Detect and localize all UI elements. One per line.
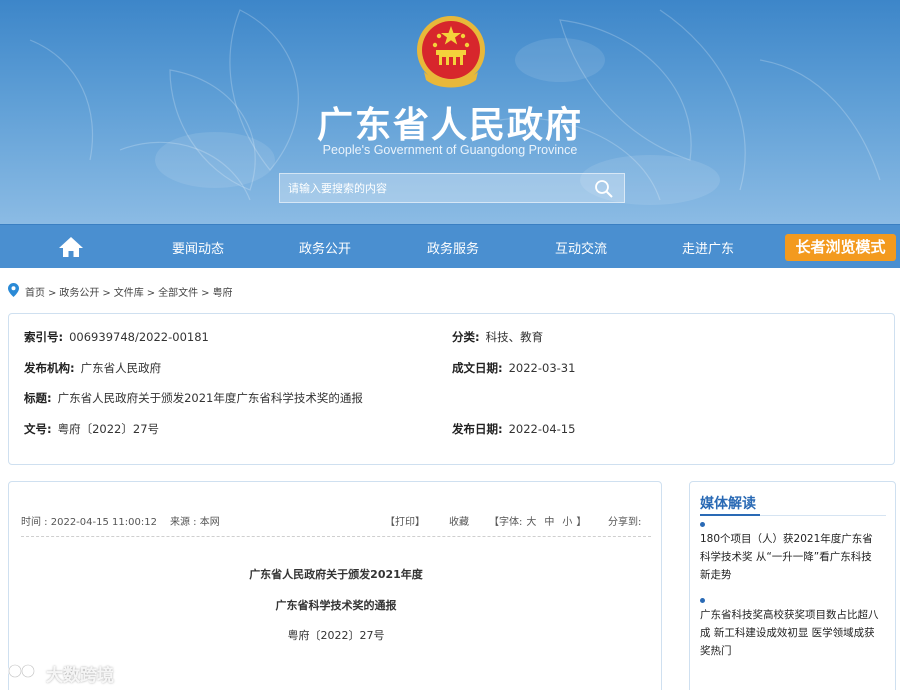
meta-doc-date: 成文日期: 2022-03-31 bbox=[452, 360, 575, 376]
breadcrumb-separator: > bbox=[48, 288, 57, 299]
favorite-button[interactable]: 收藏 bbox=[449, 513, 469, 528]
search-icon[interactable] bbox=[594, 179, 614, 199]
nav-item-interaction[interactable]: 互动交流 bbox=[555, 238, 607, 257]
side-panel-divider bbox=[700, 514, 886, 516]
meta-doc-date-value: 2022-03-31 bbox=[508, 361, 576, 375]
header-banner: 广东省人民政府 People's Government of Guangdong… bbox=[0, 0, 900, 224]
article-title-line2: 广东省科学技术奖的通报 bbox=[275, 599, 397, 612]
article-panel: 时间 : 2022-04-15 11:00:12 来源 : 本网 【打印】 收藏… bbox=[8, 481, 662, 690]
font-size-label: 【字体: bbox=[489, 517, 523, 528]
meta-doc-no-label: 文号: bbox=[24, 422, 52, 436]
font-size-close: 】 bbox=[576, 517, 587, 528]
nav-item-gov-services[interactable]: 政务服务 bbox=[427, 238, 479, 257]
main-nav: 要闻动态 政务公开 政务服务 互动交流 走进广东 长者浏览模式 bbox=[0, 224, 900, 268]
side-news-item[interactable]: 广东省科技奖高校获奖项目数占比超八成 新工科建设成效初显 医学领域成获奖热门 bbox=[700, 598, 880, 660]
meta-doc-no-value: 粤府〔2022〕27号 bbox=[57, 422, 160, 436]
share-button[interactable]: 分享到: bbox=[608, 513, 641, 528]
side-news-text[interactable]: 180个项目（人）获2021年度广东省科学技术奖 从“一升一降”看广东科技新走势 bbox=[700, 533, 873, 581]
side-panel-accent bbox=[700, 514, 760, 516]
meta-category: 分类: 科技、教育 bbox=[452, 329, 543, 345]
meta-index-no-value: 006939748/2022-00181 bbox=[69, 330, 209, 344]
meta-pub-date-label: 发布日期: bbox=[452, 422, 503, 436]
meta-index-no-label: 索引号: bbox=[24, 330, 64, 344]
meta-title-label: 标题: bbox=[24, 391, 52, 405]
article-doc-number: 粤府〔2022〕27号 bbox=[287, 629, 385, 642]
meta-category-label: 分类: bbox=[452, 330, 480, 344]
meta-issuer: 发布机构: 广东省人民政府 bbox=[24, 360, 161, 376]
breadcrumb-yuefu[interactable]: 粤府 bbox=[213, 288, 233, 299]
nav-item-news[interactable]: 要闻动态 bbox=[172, 238, 224, 257]
article-divider bbox=[21, 536, 651, 537]
watermark-text: 大数跨境 bbox=[46, 666, 114, 686]
elder-mode-button[interactable]: 长者浏览模式 bbox=[785, 234, 896, 261]
article-title-line1: 广东省人民政府关于颁发2021年度 bbox=[249, 568, 423, 581]
meta-pub-date-value: 2022-04-15 bbox=[508, 422, 576, 436]
breadcrumb-separator: > bbox=[102, 288, 111, 299]
document-meta-panel: 索引号: 006939748/2022-00181 分类: 科技、教育 发布机构: 广… bbox=[8, 313, 895, 465]
national-emblem-logo bbox=[417, 16, 485, 88]
site-title: 广东省人民政府 bbox=[316, 105, 583, 146]
nav-item-gov-affairs[interactable]: 政务公开 bbox=[299, 238, 351, 257]
meta-pub-date: 发布日期: 2022-04-15 bbox=[452, 421, 575, 437]
search-input[interactable] bbox=[280, 174, 580, 202]
bullet-dot-icon bbox=[700, 522, 705, 527]
meta-issuer-label: 发布机构: bbox=[24, 361, 75, 375]
location-pin-icon bbox=[8, 283, 19, 297]
side-panel-title: 媒体解读 bbox=[700, 496, 756, 512]
meta-category-value: 科技、教育 bbox=[485, 330, 544, 344]
print-button[interactable]: 【打印】 bbox=[385, 513, 425, 528]
breadcrumb-all-files[interactable]: 全部文件 bbox=[158, 288, 198, 299]
meta-doc-no: 文号: 粤府〔2022〕27号 bbox=[24, 421, 159, 437]
meta-title-value: 广东省人民政府关于颁发2021年度广东省科学技术奖的通报 bbox=[57, 391, 363, 405]
side-news-text[interactable]: 广东省科技奖高校获奖项目数占比超八成 新工科建设成效初显 医学领域成获奖热门 bbox=[700, 609, 879, 657]
side-news-item[interactable]: 180个项目（人）获2021年度广东省科学技术奖 从“一升一降”看广东科技新走势 bbox=[700, 522, 880, 584]
home-icon[interactable] bbox=[58, 235, 84, 259]
meta-doc-date-label: 成文日期: bbox=[452, 361, 503, 375]
meta-issuer-value: 广东省人民政府 bbox=[80, 361, 162, 375]
font-size-small[interactable]: 小 bbox=[558, 517, 576, 528]
font-size-control: 【字体: 大中小】 bbox=[489, 513, 586, 528]
breadcrumb-home[interactable]: 首页 bbox=[25, 288, 45, 299]
meta-title: 标题: 广东省人民政府关于颁发2021年度广东省科学技术奖的通报 bbox=[24, 390, 363, 406]
media-interpretation-panel: 媒体解读 180个项目（人）获2021年度广东省科学技术奖 从“一升一降”看广东… bbox=[689, 481, 896, 690]
breadcrumb-separator: > bbox=[146, 288, 156, 299]
site-subtitle: People's Government of Guangdong Provinc… bbox=[322, 143, 578, 157]
font-size-large[interactable]: 大 bbox=[522, 517, 540, 528]
article-source: 来源 : 本网 bbox=[170, 517, 220, 528]
font-size-medium[interactable]: 中 bbox=[540, 517, 558, 528]
article-time: 时间 : 2022-04-15 11:00:12 bbox=[21, 517, 157, 528]
bullet-dot-icon bbox=[700, 598, 705, 603]
breadcrumb-file-library[interactable]: 文件库 bbox=[114, 288, 144, 299]
breadcrumb-separator: > bbox=[201, 288, 210, 299]
watermark-logo-icon bbox=[8, 664, 40, 678]
breadcrumb-gov-affairs[interactable]: 政务公开 bbox=[59, 288, 99, 299]
meta-index-no: 索引号: 006939748/2022-00181 bbox=[24, 329, 209, 345]
nav-item-about-guangdong[interactable]: 走进广东 bbox=[682, 238, 734, 257]
search-box bbox=[279, 173, 625, 203]
